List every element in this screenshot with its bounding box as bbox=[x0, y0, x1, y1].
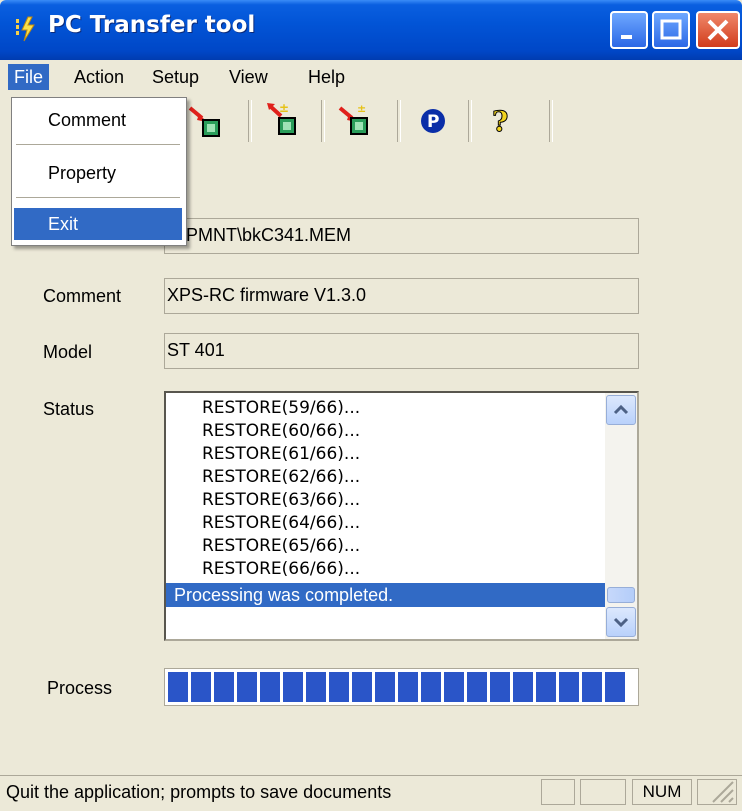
process-label: Process bbox=[47, 678, 113, 698]
progress-segment bbox=[375, 672, 395, 702]
list-item[interactable]: RESTORE(65/66)... bbox=[202, 536, 360, 557]
menu-item-property[interactable]: Property bbox=[14, 157, 182, 189]
progress-segment bbox=[398, 672, 418, 702]
num-lock-indicator: NUM bbox=[632, 779, 692, 805]
menu-item-comment[interactable]: Comment bbox=[14, 104, 182, 136]
status-list[interactable]: RESTORE(59/66)... RESTORE(60/66)... REST… bbox=[164, 391, 639, 641]
progress-segment bbox=[191, 672, 211, 702]
svg-text:±: ± bbox=[357, 102, 366, 115]
progress-segment bbox=[536, 672, 556, 702]
svg-text:P: P bbox=[427, 112, 439, 132]
status-bar: Quit the application; prompts to save do… bbox=[0, 775, 742, 808]
window-title: PC Transfer tool bbox=[48, 12, 256, 38]
progress-segment bbox=[582, 672, 602, 702]
list-item[interactable]: RESTORE(63/66)... bbox=[202, 490, 360, 511]
list-item[interactable]: RESTORE(61/66)... bbox=[202, 444, 360, 465]
resize-grip-icon bbox=[712, 781, 734, 803]
toolbar-separator bbox=[397, 100, 401, 142]
scroll-up-button[interactable] bbox=[606, 395, 636, 425]
progress-segment bbox=[260, 672, 280, 702]
list-item[interactable]: RESTORE(59/66)... bbox=[202, 398, 360, 419]
title-bar[interactable]: PC Transfer tool bbox=[0, 0, 742, 60]
status-bar-text: Quit the application; prompts to save do… bbox=[6, 782, 392, 802]
list-item[interactable]: RESTORE(60/66)... bbox=[202, 421, 360, 442]
menu-separator bbox=[16, 197, 180, 198]
tool-receive-button[interactable]: ± bbox=[263, 98, 309, 144]
tool-help-button[interactable]: ? bbox=[482, 98, 528, 144]
send-icon bbox=[188, 106, 220, 137]
progress-fill bbox=[168, 672, 625, 702]
tool-parameter-button[interactable]: P bbox=[412, 98, 458, 144]
help-icon: ? bbox=[492, 105, 509, 139]
comment-label: Comment bbox=[43, 286, 122, 306]
compare-icon: ± bbox=[338, 102, 368, 135]
parameter-icon: P bbox=[421, 109, 445, 133]
progress-segment bbox=[559, 672, 579, 702]
status-scrollbar[interactable] bbox=[605, 393, 637, 639]
progress-segment bbox=[214, 672, 234, 702]
file-menu-dropdown: Comment Property Exit bbox=[11, 97, 187, 246]
list-item[interactable]: RESTORE(62/66)... bbox=[202, 467, 360, 488]
maximize-icon bbox=[660, 19, 682, 40]
menu-setup[interactable]: Setup bbox=[146, 64, 205, 90]
menu-view[interactable]: View bbox=[223, 64, 274, 90]
list-item[interactable]: RESTORE(64/66)... bbox=[202, 513, 360, 534]
tool-send-button[interactable] bbox=[185, 98, 231, 144]
svg-text:±: ± bbox=[279, 101, 289, 115]
toolbar-separator bbox=[248, 100, 252, 142]
minimize-icon bbox=[621, 35, 632, 39]
maximize-button[interactable] bbox=[652, 11, 690, 49]
toolbar-separator bbox=[549, 100, 553, 142]
scroll-thumb[interactable] bbox=[607, 587, 635, 603]
menu-item-exit[interactable]: Exit bbox=[14, 208, 182, 240]
progress-segment bbox=[605, 672, 625, 702]
model-field: ST 401 bbox=[164, 333, 639, 369]
progress-segment bbox=[352, 672, 372, 702]
model-label: Model bbox=[43, 342, 93, 362]
menu-separator bbox=[16, 144, 180, 145]
list-item[interactable]: RESTORE(66/66)... bbox=[202, 559, 360, 580]
list-item-selected[interactable]: Processing was completed. bbox=[166, 583, 607, 607]
status-pane bbox=[580, 779, 626, 805]
receive-icon: ± bbox=[267, 101, 296, 135]
progress-segment bbox=[467, 672, 487, 702]
app-window: PC Transfer tool File Action Setup View … bbox=[0, 0, 742, 808]
progress-segment bbox=[513, 672, 533, 702]
progress-segment bbox=[168, 672, 188, 702]
progress-segment bbox=[421, 672, 441, 702]
progress-segment bbox=[444, 672, 464, 702]
svg-text:?: ? bbox=[492, 105, 508, 138]
file-path-field: \GPMNT\bkC341.MEM bbox=[164, 218, 639, 254]
menu-file[interactable]: File bbox=[8, 64, 50, 90]
menu-bar: File Action Setup View Help bbox=[0, 60, 742, 94]
tool-compare-button[interactable]: ± bbox=[335, 98, 381, 144]
close-button[interactable] bbox=[696, 11, 740, 49]
status-pane bbox=[697, 779, 737, 805]
comment-field: XPS-RC firmware V1.3.0 bbox=[164, 278, 639, 314]
menu-action[interactable]: Action bbox=[68, 64, 130, 90]
progress-segment bbox=[237, 672, 257, 702]
status-pane bbox=[541, 779, 575, 805]
minimize-button[interactable] bbox=[610, 11, 648, 49]
process-progress-bar bbox=[164, 668, 639, 706]
close-icon bbox=[707, 19, 729, 41]
toolbar-separator bbox=[321, 100, 325, 142]
status-label: Status bbox=[43, 399, 95, 419]
app-icon bbox=[16, 16, 35, 42]
toolbar-separator bbox=[468, 100, 472, 142]
chevron-up-icon bbox=[613, 404, 629, 415]
scroll-down-button[interactable] bbox=[606, 607, 636, 637]
progress-segment bbox=[329, 672, 349, 702]
menu-help[interactable]: Help bbox=[302, 64, 351, 90]
chevron-down-icon bbox=[613, 617, 629, 628]
progress-segment bbox=[283, 672, 303, 702]
progress-segment bbox=[306, 672, 326, 702]
progress-segment bbox=[490, 672, 510, 702]
